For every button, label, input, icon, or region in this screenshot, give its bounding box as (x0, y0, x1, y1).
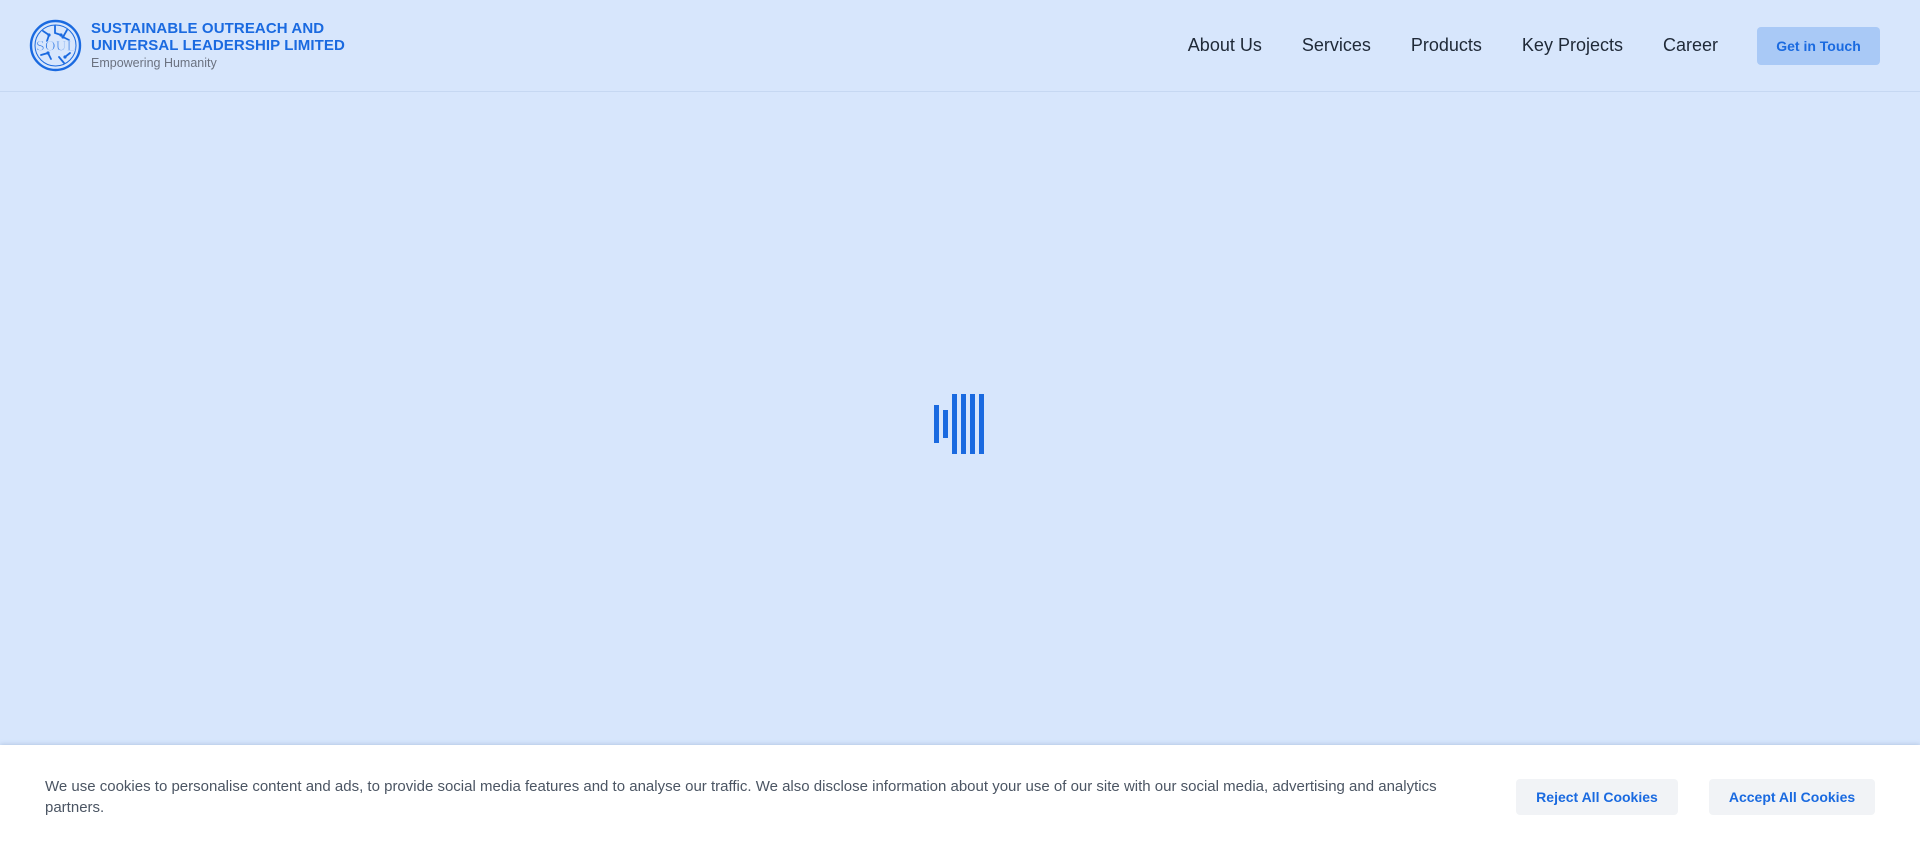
loading-bars-icon (934, 393, 986, 455)
nav-item-career[interactable]: Career (1663, 35, 1718, 56)
get-in-touch-button[interactable]: Get in Touch (1757, 26, 1880, 65)
loader-bar (943, 410, 948, 438)
brand-name-line2: UNIVERSAL LEADERSHIP LIMITED (91, 37, 345, 54)
nav-item-about-us[interactable]: About Us (1188, 35, 1262, 56)
cookie-actions: Reject All Cookies Accept All Cookies (1516, 778, 1875, 815)
brand[interactable]: SOUL SUSTAINABLE OUTREACH AND UNIVERSAL … (29, 19, 345, 72)
page: SOUL SUSTAINABLE OUTREACH AND UNIVERSAL … (0, 0, 1920, 848)
brand-tagline: Empowering Humanity (91, 56, 217, 70)
logo-text: SOUL (36, 40, 76, 55)
reject-all-cookies-button[interactable]: Reject All Cookies (1516, 778, 1678, 815)
loader-bar (979, 394, 984, 454)
brand-text: SUSTAINABLE OUTREACH AND UNIVERSAL LEADE… (91, 20, 345, 71)
cookie-banner: We use cookies to personalise content an… (0, 745, 1920, 848)
soul-logo-icon: SOUL (29, 19, 82, 72)
loader-bar (952, 394, 957, 454)
loader-bar (970, 394, 975, 454)
accept-all-cookies-button[interactable]: Accept All Cookies (1709, 778, 1875, 815)
nav-item-products[interactable]: Products (1411, 35, 1482, 56)
nav-item-services[interactable]: Services (1302, 35, 1371, 56)
nav-item-key-projects[interactable]: Key Projects (1522, 35, 1623, 56)
loader-bar (934, 405, 939, 443)
site-header: SOUL SUSTAINABLE OUTREACH AND UNIVERSAL … (0, 0, 1920, 92)
brand-name-line1: SUSTAINABLE OUTREACH AND (91, 20, 325, 37)
cookie-message: We use cookies to personalise content an… (45, 777, 1437, 816)
main-nav: About Us Services Products Key Projects … (1188, 26, 1880, 65)
loader-bar (961, 394, 966, 454)
